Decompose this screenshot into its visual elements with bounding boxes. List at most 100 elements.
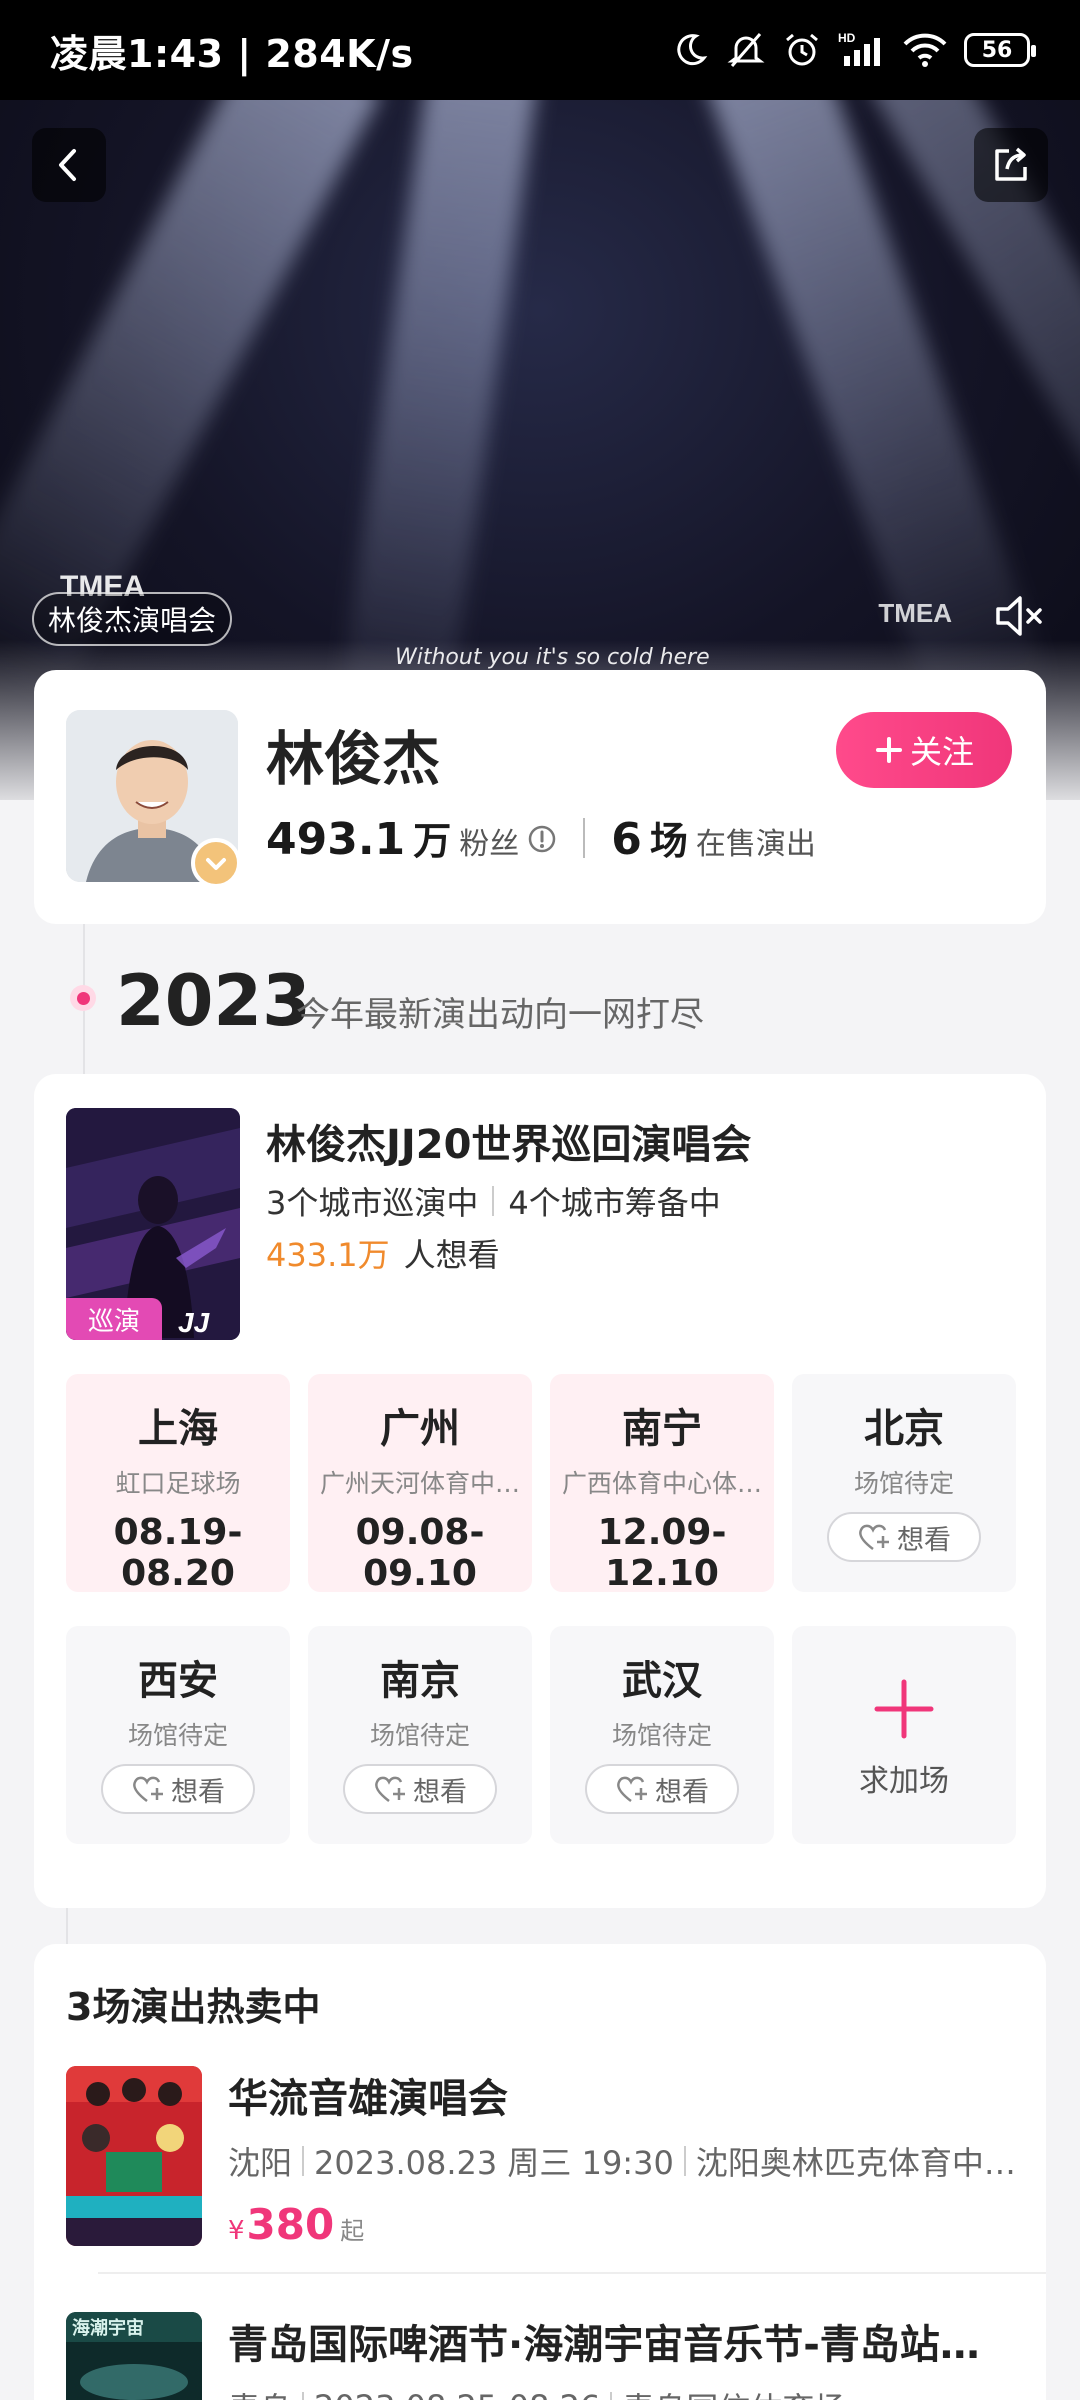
city-card-xian[interactable]: 西安 场馆待定 想看 (66, 1626, 290, 1844)
moon-icon (670, 30, 710, 70)
city-card-guangzhou[interactable]: 广州 广州天河体育中… 09.08-09.10 (308, 1374, 532, 1594)
timeline-dot (70, 985, 96, 1011)
shows-label: 在售演出 (695, 827, 816, 862)
fans-label: 粉丝 (459, 827, 520, 862)
show-poster: 海潮宇宙 (66, 2312, 202, 2400)
tour-meta: 3个城市巡演中 4个城市筹备中 (266, 1178, 721, 1224)
show-price: ¥ 380 起 (228, 2200, 364, 2249)
chevron-left-icon (59, 149, 76, 181)
artist-card: 林俊杰 关注 493.1 万 粉丝 6 场 在售演出 (34, 670, 1046, 924)
status-bar: 凌晨1:43 | 284K/s HD 56 (0, 0, 1080, 100)
price-value: 380 (246, 2200, 335, 2249)
artist-name: 林俊杰 (266, 725, 441, 793)
timeline-year: 2023 (116, 960, 311, 1042)
mute-button[interactable] (992, 590, 1044, 646)
cities-preparing: 4个城市筹备中 (508, 1184, 721, 1222)
tmea-logo-right: TMEA (878, 598, 952, 628)
hot-shows-card: 3场演出热卖中 华流音雄演唱会 沈阳 2023.08.23 周三 19:30 沈… (34, 1944, 1046, 2400)
want-button[interactable]: 想看 (585, 1764, 739, 1814)
city-venue: 场馆待定 (369, 1721, 470, 1750)
city-name: 南宁 (622, 1406, 702, 1452)
video-tag: 林俊杰演唱会 (32, 592, 233, 646)
price-suffix: 起 (340, 2217, 365, 2245)
show-info: 沈阳 2023.08.23 周三 19:30 沈阳奥林匹克体育中… (228, 2138, 1028, 2184)
svg-text:HD: HD (838, 31, 856, 45)
shows-count: 6 (611, 814, 642, 865)
bell-off-icon (726, 30, 766, 70)
back-button[interactable] (32, 128, 106, 202)
want-button[interactable]: 想看 (343, 1764, 497, 1814)
city-venue: 广州天河体育中… (319, 1469, 520, 1498)
city-card-beijing[interactable]: 北京 场馆待定 想看 (792, 1374, 1016, 1592)
show-name: 青岛国际啤酒节·海潮宇宙音乐节-青岛站… (228, 2322, 980, 2368)
video-subtitle: Without you it's so cold here (395, 645, 710, 670)
city-name: 上海 (138, 1406, 218, 1452)
signal-icon: HD (838, 30, 886, 70)
fans-unit: 万 (413, 819, 452, 863)
wifi-icon (902, 30, 948, 70)
tour-tag: 巡演 (66, 1298, 162, 1340)
city-card-wuhan[interactable]: 武汉 场馆待定 想看 (550, 1626, 774, 1844)
show-city: 青岛 (228, 2384, 292, 2400)
shows-unit: 场 (649, 819, 688, 863)
show-item[interactable]: 海潮宇宙 青岛国际啤酒节·海潮宇宙音乐节-青岛站… 青岛 2023.08.25-… (66, 2312, 1026, 2400)
city-name: 广州 (380, 1406, 460, 1452)
city-venue: 场馆待定 (853, 1469, 954, 1498)
tour-poster[interactable]: JJ 巡演 (66, 1108, 240, 1340)
status-time: 凌晨1:43 | 284K/s (50, 31, 414, 76)
divider (98, 2272, 1046, 2274)
speaker-muted-icon (996, 596, 1042, 636)
tour-title[interactable]: 林俊杰JJ20世界巡回演唱会 (266, 1112, 751, 1170)
show-info: 青岛 2023.08.25-08.26 青岛国信体育场 (228, 2384, 1028, 2400)
city-venue: 场馆待定 (611, 1721, 712, 1750)
show-item[interactable]: 华流音雄演唱会 沈阳 2023.08.23 周三 19:30 沈阳奥林匹克体育中… (66, 2066, 1028, 2249)
heart-plus-icon (617, 1776, 647, 1802)
cities-touring: 3个城市巡演中 (266, 1184, 479, 1222)
request-city-button[interactable]: 求加场 (792, 1626, 1016, 1844)
want-label: 人想看 (403, 1236, 500, 1274)
tour-card[interactable]: JJ 巡演 林俊杰JJ20世界巡回演唱会 3个城市巡演中 4个城市筹备中 433… (34, 1074, 1046, 1908)
city-card-nanning[interactable]: 南宁 广西体育中心体… 12.09-12.10 (550, 1374, 774, 1594)
artist-stats: 493.1 万 粉丝 6 场 在售演出 (266, 810, 816, 865)
price-currency: ¥ (228, 2216, 245, 2246)
svg-text:海潮宇宙: 海潮宇宙 (72, 2317, 144, 2338)
verified-badge-icon (191, 838, 241, 888)
city-name: 南京 (380, 1658, 460, 1704)
show-venue: 沈阳奥林匹克体育中… (695, 2144, 1016, 2182)
city-card-nanjing[interactable]: 南京 场馆待定 想看 (308, 1626, 532, 1844)
show-datetime: 2023.08.23 周三 19:30 (314, 2144, 674, 2182)
city-venue: 虹口足球场 (115, 1469, 241, 1498)
timeline-line (66, 1908, 68, 1944)
hot-shows-title: 3场演出热卖中 (66, 1985, 321, 2029)
city-name: 北京 (864, 1406, 944, 1452)
city-date: 12.09-12.10 (597, 1512, 727, 1594)
heart-plus-icon (133, 1776, 163, 1802)
battery-indicator: 56 (964, 33, 1036, 67)
info-icon[interactable] (527, 824, 557, 858)
heart-plus-icon (375, 1776, 405, 1802)
alarm-icon (782, 30, 822, 70)
share-button[interactable] (974, 128, 1048, 202)
tour-want: 433.1万 人想看 (266, 1230, 500, 1276)
request-city-label: 求加场 (859, 1764, 949, 1799)
show-venue: 青岛国信体育场 (622, 2384, 846, 2400)
follow-button[interactable]: 关注 (836, 712, 1012, 788)
want-button[interactable]: 想看 (827, 1512, 981, 1562)
city-date: 09.08-09.10 (355, 1512, 485, 1594)
svg-text:JJ: JJ (178, 1307, 211, 1338)
timeline-subtitle: 今年最新演出动向一网打尽 (296, 995, 704, 1035)
city-date: 08.19-08.20 (113, 1512, 243, 1594)
city-card-shanghai[interactable]: 上海 虹口足球场 08.19-08.20 (66, 1374, 290, 1594)
heart-plus-icon (859, 1524, 889, 1550)
share-icon (995, 147, 1027, 181)
want-count: 433.1万 (266, 1236, 390, 1274)
show-city: 沈阳 (228, 2144, 293, 2182)
want-button[interactable]: 想看 (101, 1764, 255, 1814)
fans-count: 493.1 (266, 814, 406, 865)
city-venue: 广西体育中心体… (561, 1469, 762, 1498)
plus-icon (792, 1674, 1016, 1744)
follow-label: 关注 (909, 733, 974, 771)
show-name: 华流音雄演唱会 (228, 2076, 508, 2122)
show-datetime: 2023.08.25-08.26 (314, 2388, 600, 2400)
show-poster (66, 2066, 202, 2246)
